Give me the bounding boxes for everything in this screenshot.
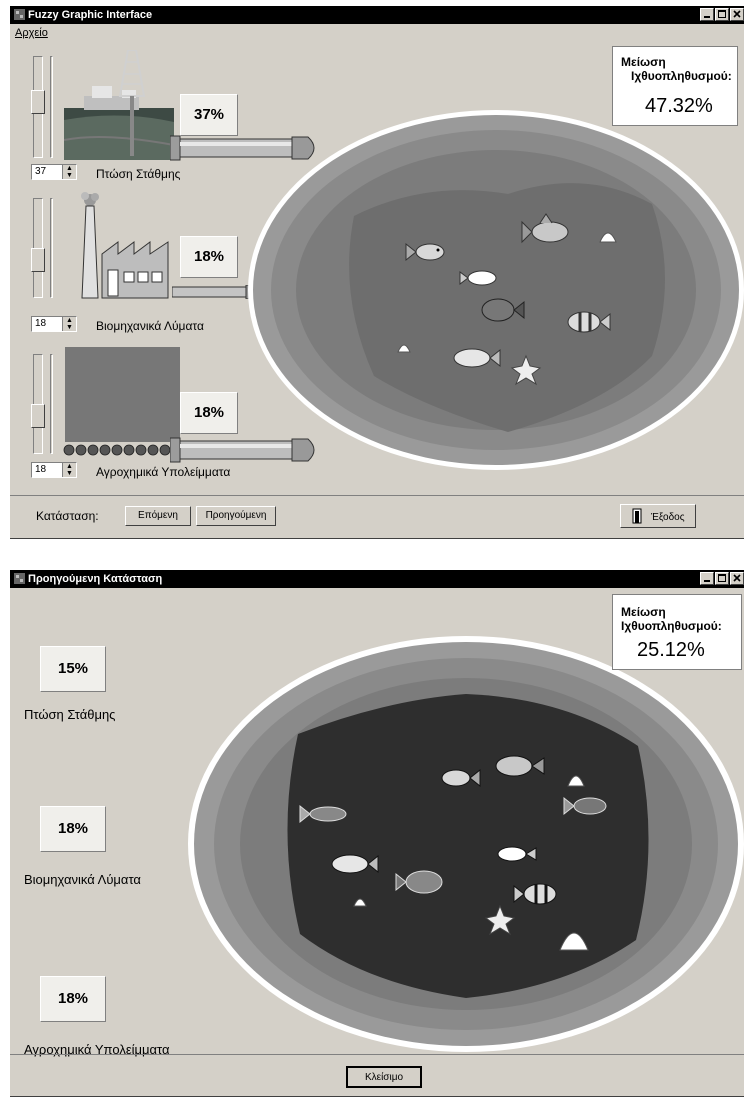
main-window-title: Fuzzy Graphic Interface <box>28 9 153 21</box>
spin-level-value: 37 <box>35 166 47 177</box>
starfish-icon <box>484 904 516 936</box>
maximize-button[interactable] <box>715 8 729 21</box>
maximize-icon <box>718 10 726 18</box>
fish-icon <box>331 854 379 874</box>
next-button[interactable]: Επόμενη <box>125 506 191 526</box>
fish-icon <box>563 796 607 816</box>
app-icon <box>14 9 25 20</box>
result-box-main: Μείωση Ιχθυοπληθυσμού: 47.32% <box>612 46 738 126</box>
close-icon <box>733 574 741 582</box>
slider-thumb-industrial[interactable] <box>31 248 45 272</box>
close-button[interactable] <box>730 8 744 21</box>
slider-rail-industrial <box>50 198 53 298</box>
exit-label: Έξοδος <box>651 512 685 523</box>
result-title-line1: Μείωση <box>621 55 666 69</box>
exit-button[interactable]: Έξοδος <box>620 504 696 528</box>
minimize-icon <box>704 16 710 18</box>
prev-window-title: Προηγούμενη Κατάσταση <box>28 573 163 585</box>
slider-rail-level <box>50 56 53 158</box>
fish-icon <box>299 804 347 824</box>
minimize-button[interactable] <box>700 572 714 585</box>
prev-label-level: Πτώση Στάθμης <box>24 707 116 722</box>
pipe-industrial <box>172 285 252 299</box>
shell-icon <box>559 932 589 951</box>
slider-thumb-level[interactable] <box>31 90 45 114</box>
shell-icon <box>599 232 617 243</box>
flatfish-icon <box>481 298 525 322</box>
spin-level[interactable]: 37 ▲ ▼ <box>31 164 77 180</box>
fish-icon <box>497 846 537 862</box>
spin-arrows-icon[interactable]: ▲ ▼ <box>62 317 76 331</box>
fish-icon <box>495 755 545 777</box>
slider-rail-agro <box>50 354 53 454</box>
fish-icon <box>441 768 481 788</box>
fish-group-main <box>397 213 617 386</box>
shell-icon <box>567 775 585 787</box>
label-level: Πτώση Στάθμης <box>96 167 181 181</box>
maximize-icon <box>718 574 726 582</box>
app-icon <box>14 573 25 584</box>
prev-percent-level: 15% <box>40 646 106 692</box>
main-window: Fuzzy Graphic Interface Αρχείο 37% 37 ▲ ▼ … <box>10 6 744 539</box>
maximize-button[interactable] <box>715 572 729 585</box>
spin-agro[interactable]: 18 ▲ ▼ <box>31 462 77 478</box>
status-separator <box>10 495 744 496</box>
fish-icon <box>459 270 497 286</box>
spin-arrows-icon[interactable]: ▲ ▼ <box>62 165 76 179</box>
fish-icon <box>405 242 445 262</box>
door-exit-icon <box>632 508 642 524</box>
prev-percent-industrial: 18% <box>40 806 106 852</box>
status-label: Κατάσταση: <box>36 509 99 523</box>
spin-arrows-icon[interactable]: ▲ ▼ <box>62 463 76 477</box>
prev-result-value: 25.12% <box>637 639 705 661</box>
shell-icon <box>353 898 367 907</box>
crops-row-icon <box>63 444 183 456</box>
close-button[interactable] <box>730 572 744 585</box>
starfish-icon <box>510 354 542 386</box>
prev-label-industrial: Βιομηχανικά Λύματα <box>24 872 141 887</box>
flatfish-icon <box>395 870 443 894</box>
fish-icon <box>453 348 501 368</box>
menu-file[interactable]: Αρχείο <box>15 27 48 39</box>
spin-agro-value: 18 <box>35 464 47 475</box>
result-value-main: 47.32% <box>645 95 713 117</box>
oil-rig-icon <box>64 50 174 160</box>
spin-industrial[interactable]: 18 ▲ ▼ <box>31 316 77 332</box>
percent-box-level: 37% <box>180 94 238 136</box>
shell-icon <box>397 344 411 353</box>
factory-icon <box>81 192 169 299</box>
percent-box-agro: 18% <box>180 392 238 434</box>
prev-status-separator <box>10 1054 744 1055</box>
fish-icon <box>521 213 569 244</box>
prev-button[interactable]: Προηγούμενη <box>196 506 276 526</box>
slider-thumb-agro[interactable] <box>31 404 45 428</box>
menu-bar: Αρχείο <box>10 24 744 42</box>
clownfish-icon <box>513 883 557 905</box>
prev-window: Προηγούμενη Κατάσταση 15% Πτώση Στάθμης … <box>10 570 744 1097</box>
result-title-line2: Ιχθυοπληθυσμού: <box>631 69 732 83</box>
label-industrial: Βιομηχανικά Λύματα <box>96 319 204 333</box>
minimize-button[interactable] <box>700 8 714 21</box>
label-agro: Αγροχημικά Υπολείμματα <box>96 465 231 479</box>
main-titlebar[interactable]: Fuzzy Graphic Interface <box>10 6 744 24</box>
close-icon <box>733 10 741 18</box>
spin-industrial-value: 18 <box>35 318 47 329</box>
minimize-icon <box>704 580 710 582</box>
prev-titlebar[interactable]: Προηγούμενη Κατάσταση <box>10 570 744 588</box>
prev-result-title-line1: Μείωση <box>621 605 666 619</box>
close-window-button[interactable]: Κλείσιμο <box>346 1066 422 1088</box>
prev-percent-agro: 18% <box>40 976 106 1022</box>
result-box-prev: Μείωση Ιχθυοπληθυσμού: 25.12% <box>612 594 742 670</box>
fish-group-prev <box>299 755 607 951</box>
prev-result-title-line2: Ιχθυοπληθυσμού: <box>621 619 722 633</box>
clownfish-icon <box>567 311 611 333</box>
agro-field-image <box>65 347 180 442</box>
percent-box-industrial: 18% <box>180 236 238 278</box>
